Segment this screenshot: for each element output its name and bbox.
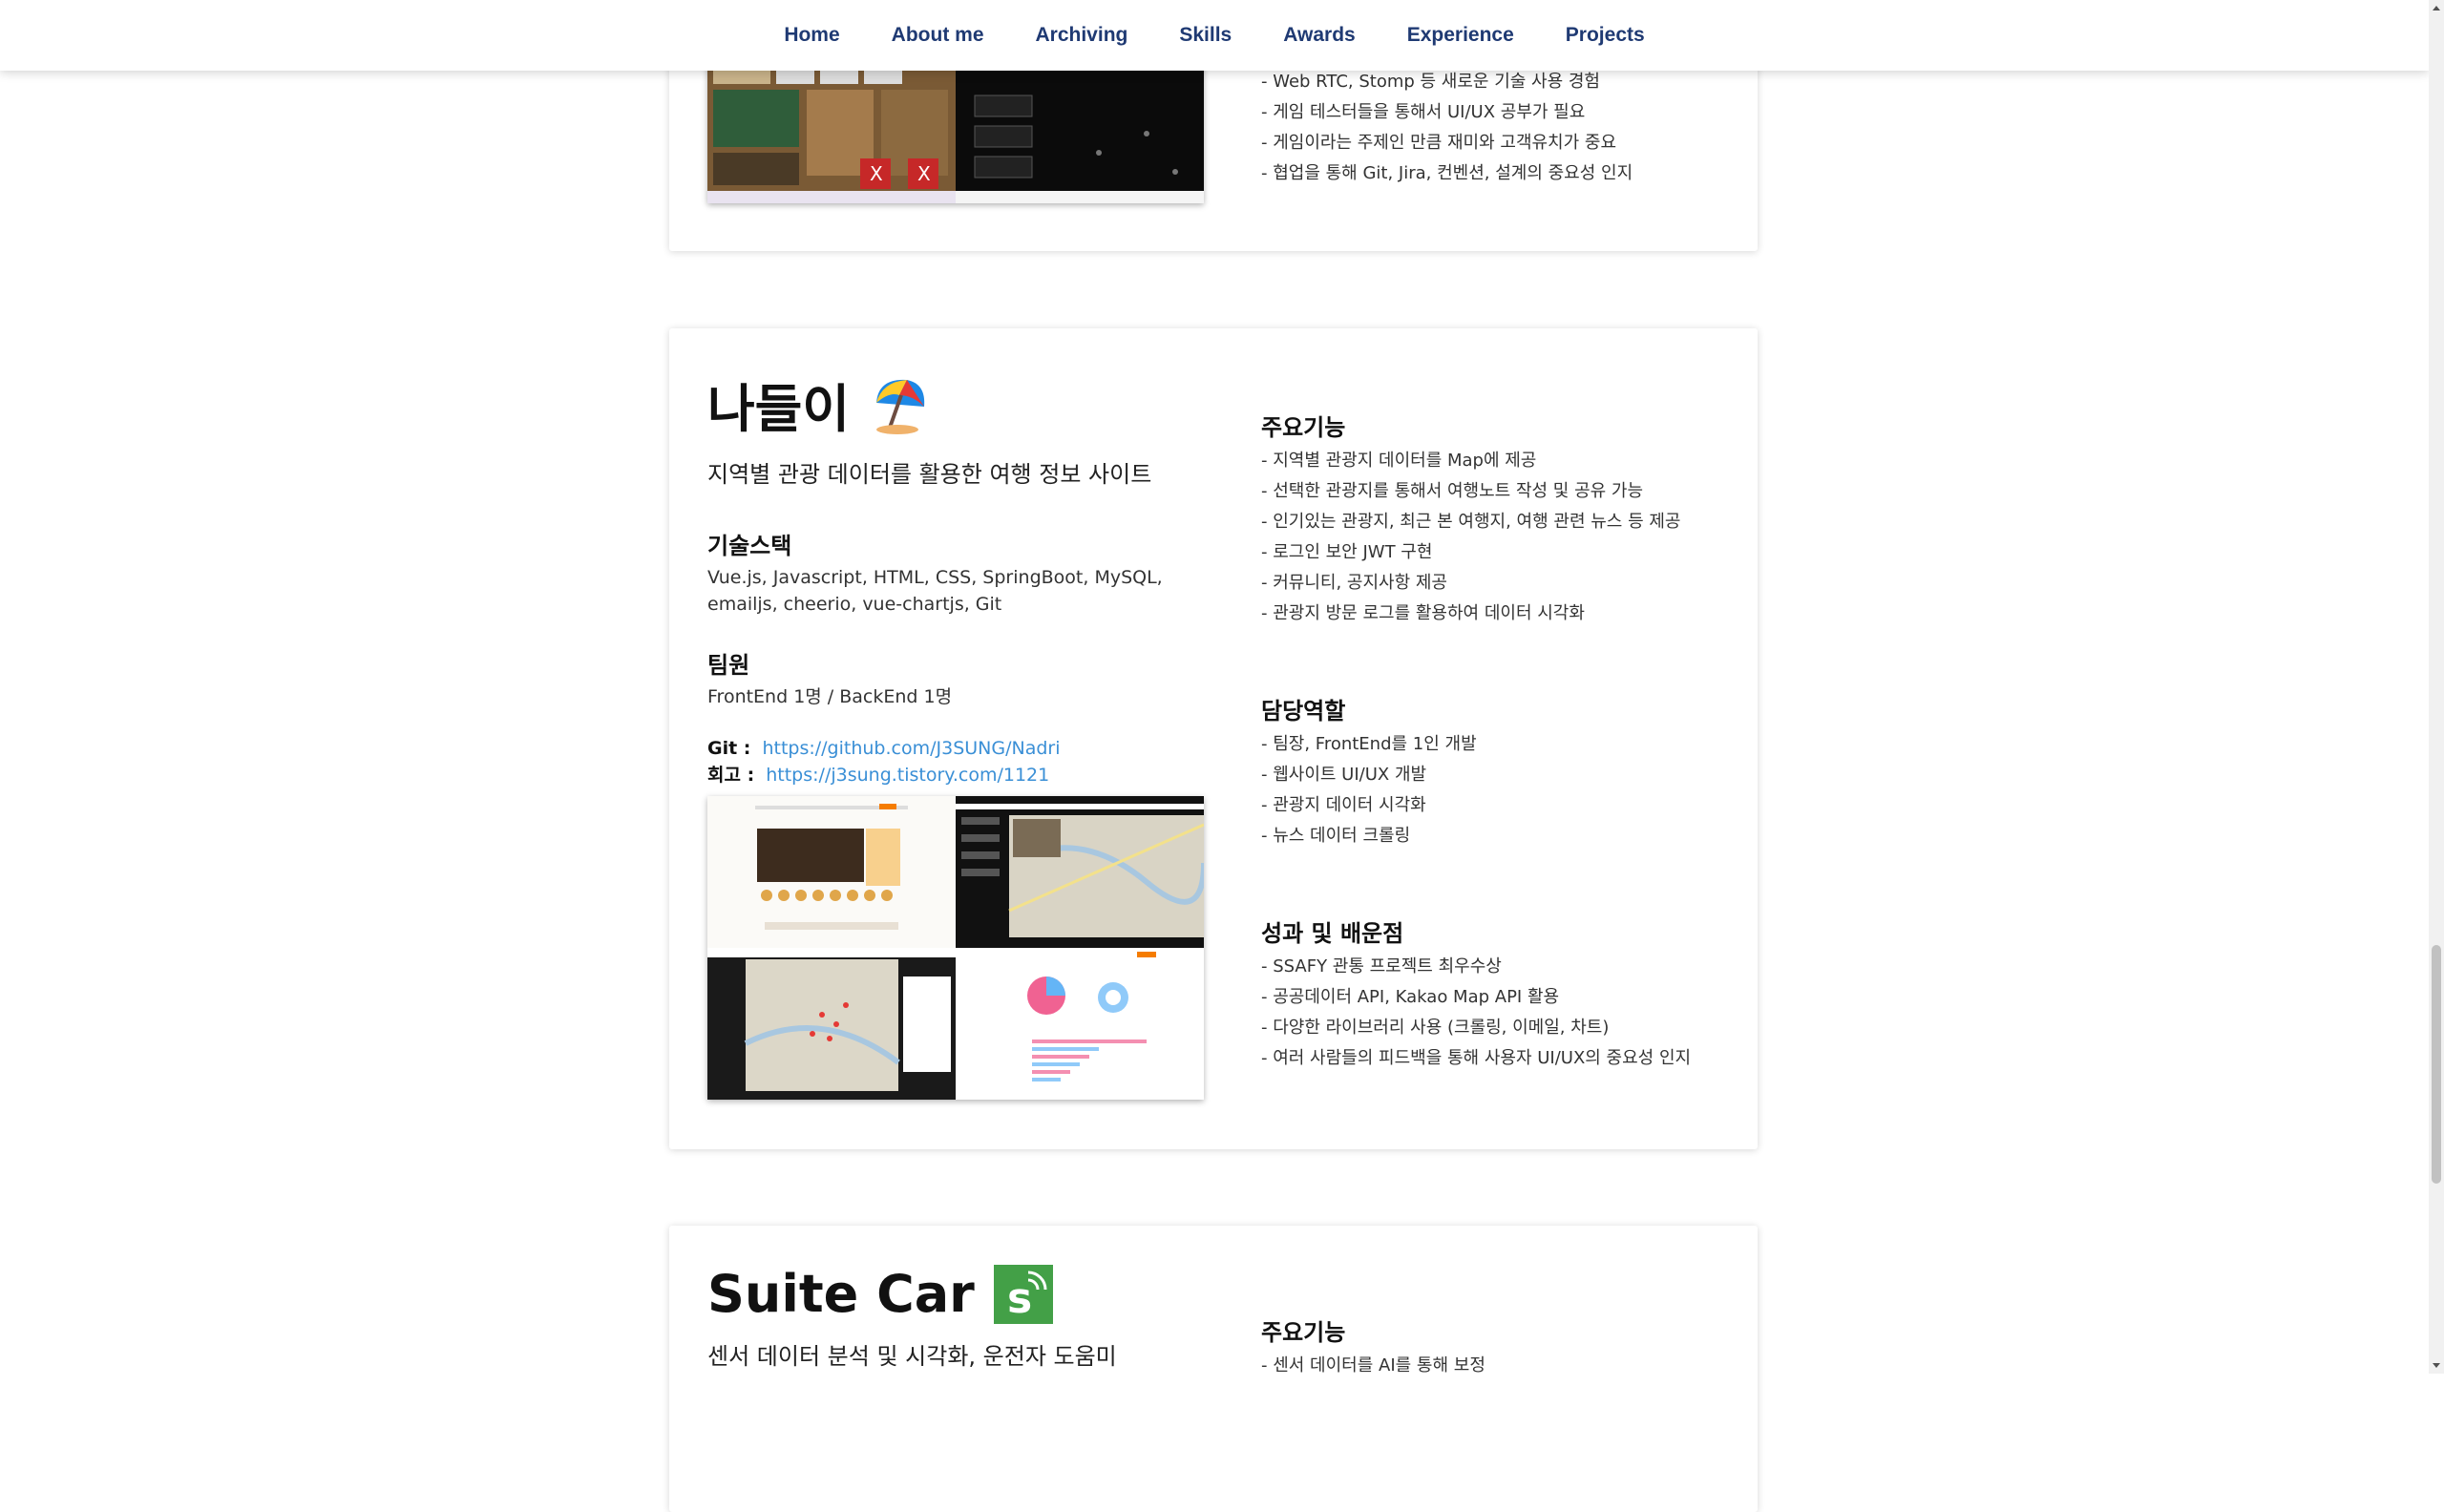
list-item: - 센서 데이터를 AI를 통해 보정 (1261, 1355, 1485, 1376)
screenshot-nadri-route (707, 948, 956, 1100)
git-link-row: Git : https://github.com/J3SUNG/Nadri (707, 735, 1204, 762)
nav-about-me[interactable]: About me (866, 24, 1010, 47)
features-heading: 주요기능 (1261, 1319, 1346, 1346)
stack-heading: 기술스택 (707, 533, 792, 559)
stack-text: Vue.js, Javascript, HTML, CSS, SpringBoo… (707, 567, 1163, 615)
project-title-text: 나들이 (707, 379, 851, 439)
svg-text:X: X (917, 162, 931, 185)
review-link-row: 회고 : https://j3sung.tistory.com/1121 (707, 762, 1204, 788)
list-item: - 협업을 통해 Git, Jira, 컨벤션, 설계의 중요성 인지 (1261, 163, 1633, 183)
nav-awards[interactable]: Awards (1257, 24, 1380, 47)
list-item: - 다양한 라이브러리 사용 (크롤링, 이메일, 차트) (1261, 1018, 1610, 1038)
review-label: 회고 : (707, 765, 755, 786)
list-item: - 팀장, FrontEnd를 1인 개발 (1261, 734, 1477, 754)
nav-experience[interactable]: Experience (1381, 24, 1540, 47)
project-card-suitecar: Suite Car s 센서 데이터 분석 및 시각화, 운전자 도움미 주요기… (669, 1226, 1758, 1512)
role-heading: 담당역할 (1261, 698, 1346, 724)
git-label: Git : (707, 738, 751, 759)
screenshot-nadri-charts (956, 948, 1204, 1100)
list-item: - 커뮤니티, 공지사항 제공 (1261, 573, 1447, 593)
nav-home[interactable]: Home (758, 24, 865, 47)
scroll-down-arrow-icon[interactable] (2433, 1363, 2440, 1368)
screenshot-nadri-home (707, 796, 956, 948)
team-text: FrontEnd 1명 / BackEnd 1명 (707, 686, 953, 707)
svg-text:X: X (870, 162, 883, 185)
svg-text:s: s (1007, 1274, 1032, 1323)
beach-umbrella-icon (869, 374, 930, 435)
project-card-nadri: 나들이 지역별 관광 데이터를 활용한 여행 정보 사이트 기술스택 Vue.j… (669, 328, 1758, 1149)
page-scrollbar[interactable] (2429, 0, 2444, 1374)
project-title-text: Suite Car (707, 1264, 975, 1324)
list-item: - 지역별 관광지 데이터를 Map에 제공 (1261, 451, 1537, 471)
project-subtitle: 지역별 관광 데이터를 활용한 여행 정보 사이트 (707, 461, 1152, 488)
nav-skills[interactable]: Skills (1153, 24, 1257, 47)
suite-car-logo-icon: s (993, 1264, 1053, 1324)
scroll-up-arrow-icon[interactable] (2433, 6, 2440, 10)
list-item: - 인기있는 관광지, 최근 본 여행지, 여행 관련 뉴스 등 제공 (1261, 512, 1681, 532)
list-item: - SSAFY 관통 프로젝트 최우수상 (1261, 956, 1502, 976)
result-heading: 성과 및 배운점 (1261, 920, 1404, 947)
review-link[interactable]: https://j3sung.tistory.com/1121 (766, 765, 1049, 786)
scrollbar-thumb[interactable] (2432, 945, 2441, 1184)
list-item: - 공공데이터 API, Kakao Map API 활용 (1261, 987, 1560, 1007)
project-title: Suite Car s (707, 1264, 1204, 1324)
list-item: - 관광지 방문 로그를 활용하여 데이터 시각화 (1261, 603, 1585, 623)
list-item: - 여러 사람들의 피드백을 통해 사용자 UI/UX의 중요성 인지 (1261, 1048, 1692, 1068)
team-heading: 팀원 (707, 652, 750, 679)
list-item: - 게임이라는 주제인 만큼 재미와 고객유치가 중요 (1261, 133, 1617, 153)
screenshot-nadri-map (956, 796, 1204, 948)
list-item: - 웹사이트 UI/UX 개발 (1261, 765, 1427, 785)
list-item: - 선택한 관광지를 통해서 여행노트 작성 및 공유 가능 (1261, 481, 1644, 501)
project-title: 나들이 (707, 367, 1204, 442)
list-item: - 로그인 보안 JWT 구현 (1261, 542, 1433, 562)
list-item: - Web RTC, Stomp 등 새로운 기술 사용 경험 (1261, 72, 1600, 92)
nav-projects[interactable]: Projects (1540, 24, 1671, 47)
project-subtitle: 센서 데이터 분석 및 시각화, 운전자 도움미 (707, 1343, 1117, 1370)
list-item: - 관광지 데이터 시각화 (1261, 795, 1426, 815)
top-navigation-bar: Home About me Archiving Skills Awards Ex… (0, 0, 2429, 71)
project-screenshots-nadri (707, 796, 1204, 1100)
git-link[interactable]: https://github.com/J3SUNG/Nadri (762, 738, 1060, 759)
nav-archiving[interactable]: Archiving (1010, 24, 1154, 47)
features-heading: 주요기능 (1261, 414, 1346, 441)
learnings-list-previous: - Web RTC, Stomp 등 새로운 기술 사용 경험 - 게임 테스터… (1261, 67, 1738, 189)
list-item: - 뉴스 데이터 크롤링 (1261, 826, 1411, 846)
list-item: - 게임 테스터들을 통해서 UI/UX 공부가 필요 (1261, 102, 1586, 122)
